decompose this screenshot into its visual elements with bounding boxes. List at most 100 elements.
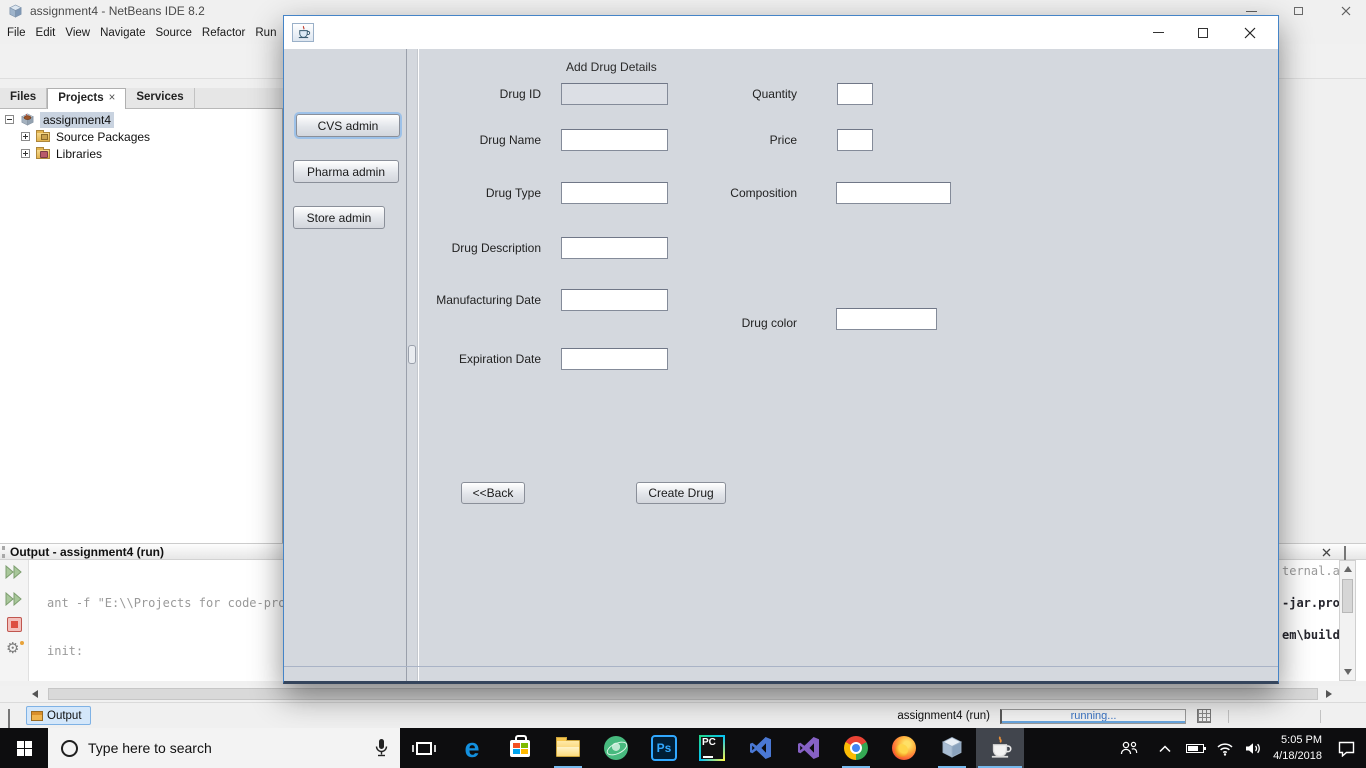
tree-node-assignment4[interactable]: assignment4 [0, 112, 283, 128]
battery-icon [1186, 743, 1206, 753]
java-close-button[interactable] [1234, 22, 1266, 43]
output-window-icon [31, 710, 43, 721]
tree-node-label[interactable]: assignment4 [40, 112, 115, 128]
price-field[interactable] [837, 129, 873, 151]
horizontal-scrollbar[interactable] [0, 686, 1366, 702]
scroll-left-icon[interactable] [32, 690, 38, 698]
taskbar-app-pycharm[interactable]: PC [688, 728, 736, 768]
drug-description-field[interactable] [561, 237, 668, 259]
tree-node-label[interactable]: Libraries [56, 147, 102, 161]
menu-source[interactable]: Source [150, 24, 196, 42]
scroll-down-icon[interactable] [1344, 669, 1352, 675]
taskbar: e Ps PC 5:05 PM 4/18/2018 [0, 728, 1366, 768]
search-input[interactable] [88, 740, 328, 756]
tree-node-source-packages[interactable]: Source Packages [0, 129, 283, 145]
action-center-icon [1338, 741, 1354, 757]
visual-studio-purple-icon [798, 737, 819, 759]
taskbar-app-chrome[interactable] [832, 728, 880, 768]
taskbar-app-edge[interactable]: e [448, 728, 496, 768]
taskbar-app-atom[interactable] [592, 728, 640, 768]
composition-label: Composition [730, 186, 797, 200]
tab-projects[interactable]: Projects × [47, 88, 127, 109]
rerun-with-changes-button[interactable] [5, 592, 23, 606]
drug-color-field[interactable] [836, 308, 937, 330]
netbeans-close-button[interactable] [1329, 0, 1363, 22]
expand-toggle-icon[interactable] [21, 132, 30, 141]
battery-status[interactable] [1180, 728, 1210, 768]
background-process-icon[interactable] [1197, 709, 1211, 723]
taskbar-app-photoshop[interactable]: Ps [640, 728, 688, 768]
scrollbar-thumb[interactable] [1342, 579, 1353, 613]
java-window-titlebar[interactable] [284, 16, 1278, 49]
menu-file[interactable]: File [2, 24, 31, 42]
output-close-button[interactable] [1322, 548, 1331, 557]
action-center-button[interactable] [1328, 728, 1364, 768]
task-view-button[interactable] [400, 728, 448, 768]
menu-view[interactable]: View [60, 24, 95, 42]
tab-services[interactable]: Services [126, 88, 195, 109]
tray-expand-button[interactable] [1150, 728, 1180, 768]
screen: assignment4 - NetBeans IDE 8.2 File Edit… [0, 0, 1366, 768]
expand-toggle-icon[interactable] [21, 149, 30, 158]
taskbar-app-firefox[interactable] [880, 728, 928, 768]
store-admin-button[interactable]: Store admin [293, 206, 385, 229]
edge-icon: e [464, 732, 480, 763]
taskbar-app-visual-studio-blue[interactable] [736, 728, 784, 768]
tree-node-label[interactable]: Source Packages [56, 130, 150, 144]
menu-refactor[interactable]: Refactor [197, 24, 250, 42]
windows-logo-icon [16, 740, 32, 756]
tab-files[interactable]: Files [0, 88, 48, 109]
form-title: Add Drug Details [566, 60, 657, 74]
taskbar-app-store[interactable] [496, 728, 544, 768]
scrollbar-thumb[interactable] [48, 688, 1318, 700]
visual-studio-blue-icon [750, 737, 771, 759]
java-minimize-button[interactable] [1142, 22, 1174, 43]
stop-button[interactable] [7, 617, 22, 632]
scroll-up-icon[interactable] [1344, 566, 1352, 572]
tree-node-libraries[interactable]: Libraries [0, 146, 283, 162]
scroll-right-icon[interactable] [1326, 690, 1332, 698]
back-button[interactable]: <<Back [461, 482, 525, 504]
menu-run[interactable]: Run [250, 24, 281, 42]
network-status[interactable] [1210, 728, 1240, 768]
people-button[interactable] [1112, 728, 1146, 768]
quantity-field[interactable] [837, 83, 873, 105]
pharma-admin-button[interactable]: Pharma admin [293, 160, 399, 183]
console-vertical-scrollbar[interactable] [1339, 560, 1356, 681]
panel-drag-grip[interactable] [2, 546, 5, 558]
create-drug-button[interactable]: Create Drug [636, 482, 726, 504]
menu-navigate[interactable]: Navigate [95, 24, 150, 42]
composition-field[interactable] [836, 182, 951, 204]
microsoft-store-icon [510, 734, 530, 757]
collapse-toggle-icon[interactable] [5, 115, 14, 124]
manufacturing-date-field[interactable] [561, 289, 668, 311]
expiration-date-field[interactable] [561, 348, 668, 370]
taskbar-app-visual-studio-purple[interactable] [784, 728, 832, 768]
menu-edit[interactable]: Edit [31, 24, 61, 42]
drug-color-label: Drug color [741, 316, 797, 330]
java-app-window: CVS admin Pharma admin Store admin Add D… [283, 15, 1279, 684]
tab-close-icon[interactable]: × [109, 92, 116, 104]
drug-type-label: Drug Type [485, 186, 541, 200]
microphone-icon[interactable] [373, 738, 390, 758]
maximize-icon [1198, 27, 1208, 38]
start-button[interactable] [0, 728, 48, 768]
taskbar-app-file-explorer[interactable] [544, 728, 592, 768]
restore-panel-icon[interactable] [8, 709, 10, 728]
taskbar-app-java[interactable] [976, 728, 1024, 768]
close-icon [1244, 27, 1256, 38]
progress-bar: running... [1000, 709, 1186, 724]
taskbar-clock[interactable]: 5:05 PM 4/18/2018 [1256, 732, 1322, 764]
taskbar-search[interactable] [48, 728, 400, 768]
taskbar-app-netbeans[interactable] [928, 728, 976, 768]
chrome-icon [844, 736, 868, 760]
netbeans-restore-button[interactable] [1281, 0, 1315, 22]
rerun-button[interactable] [5, 565, 23, 579]
ant-settings-button[interactable] [6, 640, 24, 658]
clock-time: 5:05 PM [1281, 734, 1322, 746]
output-toolbar [0, 560, 29, 681]
clock-date: 4/18/2018 [1273, 750, 1322, 762]
java-maximize-button[interactable] [1187, 22, 1219, 43]
output-minimized-tab[interactable]: Output [26, 706, 91, 725]
java-window-icon-box [292, 23, 314, 42]
